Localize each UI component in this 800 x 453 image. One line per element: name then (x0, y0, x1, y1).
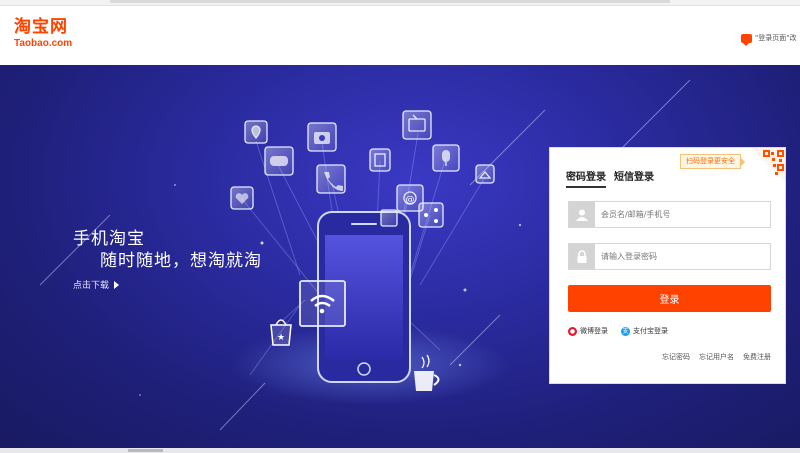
banner-slogan: 手机淘宝 随时随地，想淘就淘 (73, 228, 262, 272)
feedback-link[interactable]: "登录页面"改 (741, 33, 797, 46)
alipay-icon: 支 (621, 326, 630, 336)
tab-password-login[interactable]: 密码登录 (566, 168, 606, 188)
play-arrow-icon (114, 280, 120, 289)
shopping-bag-icon: ★ (270, 319, 292, 346)
taobao-logo[interactable]: 淘宝网 Taobao.com (14, 18, 72, 50)
logo-chinese: 淘宝网 (14, 17, 68, 37)
account-links: 忘记密码 忘记用户名 免费注册 (653, 352, 771, 362)
forgot-username-link[interactable]: 忘记用户名 (699, 352, 734, 362)
password-input[interactable] (601, 249, 766, 264)
camera-icon (307, 122, 337, 152)
heart-icon (230, 186, 254, 210)
gamepad-icon (264, 146, 294, 176)
site-header: 淘宝网 Taobao.com "登录页面"改 (0, 6, 800, 64)
login-tabs: 密码登录 短信登录 (566, 168, 662, 188)
download-label: 点击下载 (73, 281, 110, 291)
qr-code-icon[interactable] (751, 148, 785, 182)
slogan-line-2: 随时随地，想淘就淘 (100, 251, 262, 271)
small-grid-icon (380, 209, 398, 227)
hanger-icon (475, 164, 495, 184)
login-panel: 密码登录 短信登录 扫码登录更安全 登录 ● 微博登录 (549, 147, 786, 384)
download-app-link[interactable]: 点击下载 (73, 278, 120, 291)
phone-call-icon (316, 164, 346, 194)
weibo-login-label: 微博登录 (580, 327, 608, 335)
lock-icon (569, 244, 595, 269)
alipay-login-link[interactable]: 支 支付宝登录 (621, 326, 668, 336)
location-pin-icon (244, 120, 268, 144)
tab-sms-login[interactable]: 短信登录 (614, 168, 654, 188)
logo-english: Taobao.com (14, 38, 73, 49)
username-input[interactable] (601, 207, 766, 222)
clipboard-icon (369, 148, 391, 172)
floating-app-icons: @ (230, 110, 495, 228)
feedback-text: "登录页面"改 (755, 34, 797, 42)
slogan-line-1: 手机淘宝 (73, 229, 145, 249)
user-icon (569, 202, 595, 227)
qr-login-tip[interactable]: 扫码登录更安全 (680, 154, 745, 169)
scrollbar-thumb[interactable] (128, 449, 163, 452)
forgot-password-link[interactable]: 忘记密码 (662, 352, 690, 362)
microphone-icon (432, 144, 460, 172)
feedback-chat-icon (741, 33, 752, 46)
username-field (568, 201, 771, 228)
login-button[interactable]: 登录 (568, 285, 771, 312)
register-link[interactable]: 免费注册 (743, 352, 771, 362)
top-strip-segment (110, 0, 670, 3)
wifi-icon (299, 280, 346, 327)
share-icon (418, 202, 444, 228)
bottom-scrollbar[interactable] (0, 448, 800, 453)
weibo-icon: ● (568, 326, 577, 336)
svg-text:★: ★ (277, 333, 285, 343)
alipay-login-label: 支付宝登录 (633, 327, 668, 335)
password-field (568, 243, 771, 270)
svg-text:@: @ (406, 195, 415, 205)
tv-icon (402, 110, 432, 140)
weibo-login-link[interactable]: ● 微博登录 (568, 326, 608, 336)
